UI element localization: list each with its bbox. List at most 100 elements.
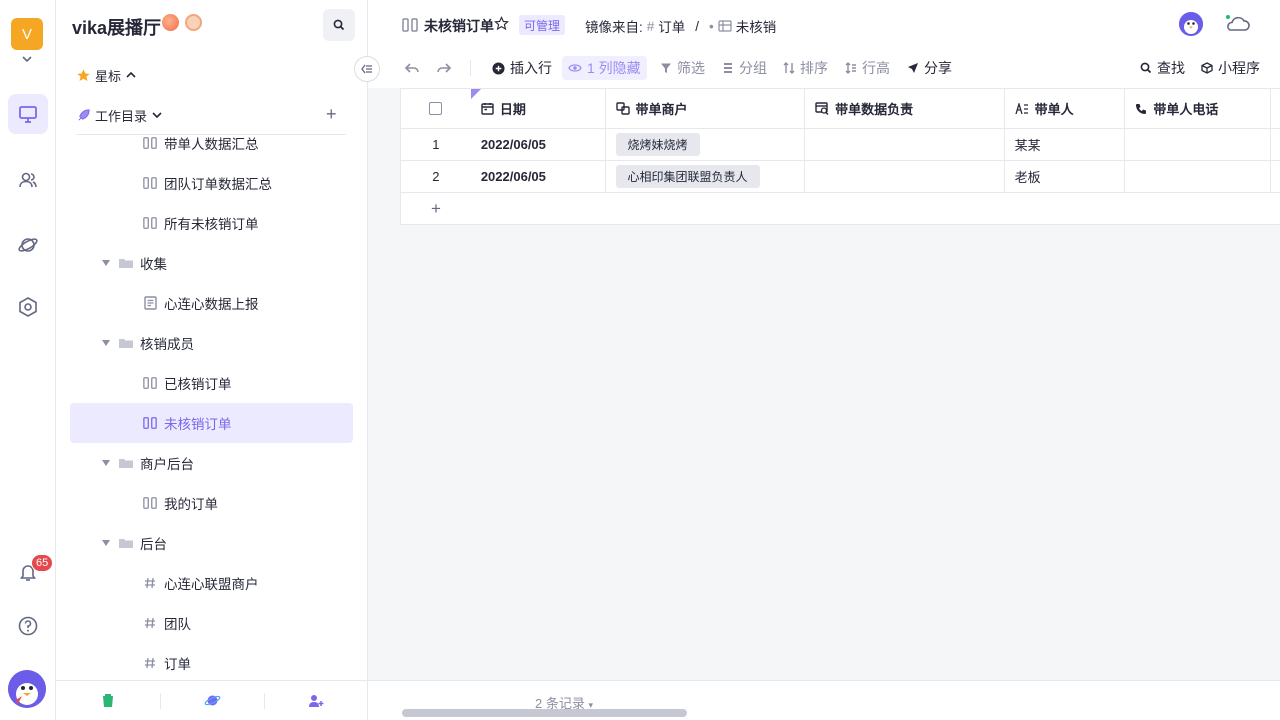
phone-cell[interactable] xyxy=(1125,129,1271,160)
datasheet-icon xyxy=(142,135,158,151)
horizontal-scrollbar[interactable] xyxy=(402,709,687,717)
chevron-down-icon[interactable] xyxy=(20,54,34,64)
column-header-data-owner[interactable]: 带单数据负责 xyxy=(805,89,1005,128)
overflow-cell xyxy=(1271,161,1280,192)
find-button[interactable]: 查找 xyxy=(1140,58,1185,78)
chevron-down-icon xyxy=(152,112,162,119)
data-grid: 日期 带单商户 带单数据负责 带单人 带单人电话 1 2022/06/05 烧烤… xyxy=(400,88,1280,225)
space-avatar[interactable]: V xyxy=(11,18,43,50)
column-header-phone[interactable]: 带单人电话 xyxy=(1125,89,1271,128)
select-all-cell[interactable] xyxy=(401,89,471,128)
data-owner-cell[interactable] xyxy=(805,129,1005,160)
date-cell[interactable]: 2022/06/05 xyxy=(471,129,606,160)
node-label: 订单 xyxy=(164,657,191,672)
folder-node[interactable]: 后台 xyxy=(70,523,353,563)
folder-node[interactable]: 商户后台 xyxy=(70,443,353,483)
merchant-cell[interactable]: 烧烤妹烧烤 xyxy=(606,129,806,160)
sort-icon xyxy=(783,62,795,74)
space-name[interactable]: vika展播厅 xyxy=(72,14,161,40)
data-owner-cell[interactable] xyxy=(805,161,1005,192)
collapse-left-icon xyxy=(361,64,372,74)
column-header-merchant[interactable]: 带单商户 xyxy=(606,89,806,128)
widget-button[interactable]: 小程序 xyxy=(1201,58,1260,78)
cloud-sync-icon[interactable] xyxy=(1222,13,1252,35)
node-label: 核销成员 xyxy=(140,337,194,352)
linked-record-tag[interactable]: 烧烤妹烧烤 xyxy=(615,133,700,156)
node-label: 未核销订单 xyxy=(164,417,232,432)
column-header-leader[interactable]: 带单人 xyxy=(1005,89,1126,128)
linked-record-tag[interactable]: 心相印集团联盟负责人 xyxy=(615,165,760,188)
mirror-source-link[interactable]: 订单 xyxy=(658,16,685,36)
phone-cell[interactable] xyxy=(1125,161,1271,192)
tree-node[interactable]: 带单人数据汇总 xyxy=(70,135,353,163)
collapse-sidebar-button[interactable] xyxy=(354,56,380,82)
trash-button[interactable] xyxy=(56,681,160,720)
workbench-button[interactable] xyxy=(8,94,48,134)
dot-icon: • xyxy=(709,18,714,34)
leader-cell[interactable]: 老板 xyxy=(1005,161,1126,192)
folder-icon xyxy=(119,339,133,348)
permission-badge[interactable]: 可管理 xyxy=(519,15,566,35)
widget-label: 小程序 xyxy=(1218,60,1260,76)
tree-node[interactable]: 我的订单 xyxy=(70,483,353,523)
catalog-tree: 带单人数据汇总 团队订单数据汇总 所有未核销订单 收集 心连心数据上报核销成员已核销订单… xyxy=(70,135,354,680)
column-header-label: 带单人电话 xyxy=(1153,102,1219,117)
select-all-checkbox[interactable] xyxy=(429,102,443,115)
tree-node-selected[interactable]: 未核销订单 xyxy=(70,403,353,443)
row-height-label: 行高 xyxy=(862,60,890,76)
settings-button[interactable] xyxy=(8,287,48,327)
leader-cell[interactable]: 某某 xyxy=(1005,129,1126,160)
expand-triangle-icon[interactable] xyxy=(102,460,110,466)
datasheet-title[interactable]: 未核销订单 xyxy=(424,16,494,36)
penguin-avatar-icon xyxy=(8,670,46,708)
users-icon xyxy=(19,172,37,188)
sidebar-search-button[interactable] xyxy=(323,9,355,41)
tree-node[interactable]: 订单 xyxy=(70,643,353,680)
collaborator-avatar[interactable] xyxy=(1179,12,1203,36)
invite-member-button[interactable] xyxy=(264,681,368,720)
expand-triangle-icon[interactable] xyxy=(102,260,110,266)
add-record-button[interactable]: + xyxy=(431,199,441,219)
explore-button[interactable] xyxy=(8,224,48,264)
expand-triangle-icon[interactable] xyxy=(102,340,110,346)
table-row[interactable]: 2 2022/06/05 心相印集团联盟负责人 老板 xyxy=(401,161,1280,193)
expand-triangle-icon[interactable] xyxy=(102,540,110,546)
starred-section[interactable]: 星标 xyxy=(76,65,137,85)
tree-node[interactable]: 心连心联盟商户 xyxy=(70,563,353,603)
undo-icon[interactable] xyxy=(405,62,419,74)
toolbar-divider xyxy=(470,60,471,76)
catalog-section[interactable]: 工作目录 xyxy=(76,105,163,125)
merchant-cell[interactable]: 心相印集团联盟负责人 xyxy=(606,161,806,192)
add-node-button[interactable]: + xyxy=(326,104,337,125)
date-cell[interactable]: 2022/06/05 xyxy=(471,161,606,192)
redo-icon[interactable] xyxy=(437,62,451,74)
datasheet-icon xyxy=(142,215,158,231)
column-header-date[interactable]: 日期 xyxy=(471,89,606,128)
members-button[interactable] xyxy=(8,160,48,200)
help-button[interactable] xyxy=(8,606,48,646)
user-avatar[interactable] xyxy=(8,670,46,708)
tree-node[interactable]: 团队 xyxy=(70,603,353,643)
hash-icon: # xyxy=(646,18,655,34)
sort-button[interactable]: 排序 xyxy=(783,58,828,78)
star-outline-icon[interactable] xyxy=(494,16,509,31)
mirror-prefix: 镜像来自: xyxy=(585,20,643,35)
template-center-button[interactable] xyxy=(160,681,264,720)
share-button[interactable]: 分享 xyxy=(907,58,952,78)
mirror-view-link[interactable]: 未核销 xyxy=(736,16,777,36)
insert-row-button[interactable]: 插入行 xyxy=(492,58,552,78)
filter-button[interactable]: 筛选 xyxy=(660,58,705,78)
eye-icon xyxy=(568,64,582,72)
group-button[interactable]: 分组 xyxy=(722,58,767,78)
column-header-overflow xyxy=(1271,89,1280,128)
tree-node[interactable]: 已核销订单 xyxy=(70,363,353,403)
tree-node[interactable]: 团队订单数据汇总 xyxy=(70,163,353,203)
folder-node[interactable]: 核销成员 xyxy=(70,323,353,363)
table-row[interactable]: 1 2022/06/05 烧烤妹烧烤 某某 xyxy=(401,129,1280,161)
tree-node[interactable]: 所有未核销订单 xyxy=(70,203,353,243)
hidden-columns-button[interactable]: 1 列隐藏 xyxy=(562,56,647,80)
row-height-button[interactable]: 行高 xyxy=(845,58,890,78)
folder-node[interactable]: 收集 xyxy=(70,243,353,283)
datasheet-icon xyxy=(142,415,158,431)
tree-node[interactable]: 心连心数据上报 xyxy=(70,283,353,323)
